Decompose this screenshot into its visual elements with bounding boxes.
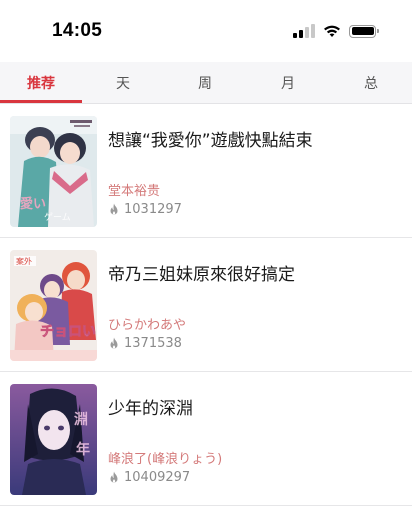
list-item[interactable]: 案外 チョロい 帝乃三姐妹原來很好搞定 ひらかわあや 1371538 [0,238,412,372]
svg-text:愛い: 愛い [20,196,46,212]
popularity-count: 1031297 [124,202,182,217]
active-tab-indicator [0,100,82,103]
comic-cover-image[interactable]: 淵 年 [10,384,97,495]
tab-recommend[interactable]: 推荐 [0,62,82,104]
list-item[interactable]: 淵 年 少年的深淵 峰浪了(峰浪りょう) 10409297 [0,372,412,506]
svg-text:年: 年 [76,441,90,458]
tab-week[interactable]: 周 [164,62,246,104]
popularity-count: 1371538 [124,336,182,351]
flame-icon [110,337,118,349]
ranking-tabs: 推荐 天 周 月 总 [0,62,412,104]
tab-total[interactable]: 总 [330,62,412,104]
svg-text:案外: 案外 [16,256,32,266]
status-icons [293,22,379,40]
flame-icon [110,471,118,483]
comic-author[interactable]: 峰浪了(峰浪りょう) [108,448,222,467]
comic-cover-image[interactable]: 愛い ゲーム [10,116,97,227]
comic-author[interactable]: ひらかわあや [108,314,186,333]
comic-title[interactable]: 帝乃三姐妹原來很好搞定 [108,260,403,285]
comic-title[interactable]: 想讓“我愛你”遊戲快點結束 [108,126,403,151]
comic-title[interactable]: 少年的深淵 [108,394,403,419]
popularity-count: 10409297 [124,470,191,485]
svg-text:ゲーム: ゲーム [44,211,71,223]
tab-month[interactable]: 月 [247,62,329,104]
popularity: 1371538 [108,336,182,351]
tab-day[interactable]: 天 [82,62,164,104]
comic-cover-image[interactable]: 案外 チョロい [10,250,97,361]
popularity: 10409297 [108,470,190,485]
wifi-icon [324,25,340,37]
svg-text:チョロい: チョロい [40,324,96,340]
comic-author[interactable]: 堂本裕贵 [108,180,160,199]
signal-icon [293,24,315,38]
svg-text:淵: 淵 [74,411,88,428]
list-item[interactable]: 愛い ゲーム 想讓“我愛你”遊戲快點結束 堂本裕贵 1031297 [0,104,412,238]
status-time: 14:05 [52,20,103,41]
flame-icon [110,203,118,215]
status-bar: 14:05 [0,0,412,62]
battery-icon [349,24,379,38]
popularity: 1031297 [108,202,182,217]
